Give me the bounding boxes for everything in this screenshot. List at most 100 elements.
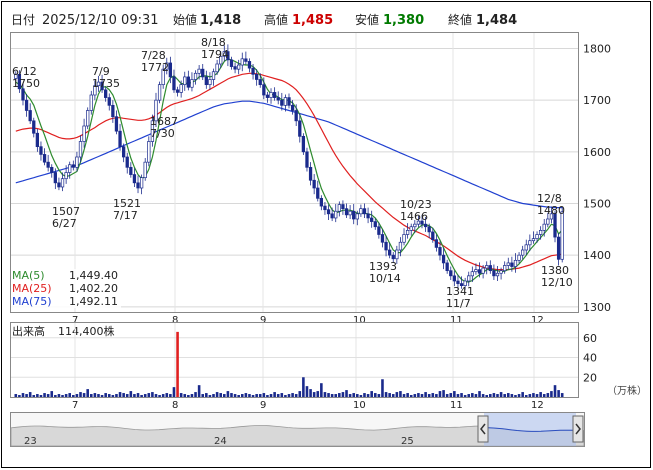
annotation-label: 1772 [141,61,169,74]
candle-body [265,94,270,98]
candle-body [75,156,79,168]
candle-body [538,230,543,235]
volume-bar [356,394,359,397]
candle-body [355,213,359,220]
volume-bar [456,394,460,397]
volume-bar [190,394,194,397]
volume-bar [125,394,129,397]
candle-body [82,125,86,142]
volume-bar [284,395,287,397]
candle-body [208,79,212,86]
volume-bar [406,393,409,397]
annotation-label: 7/17 [113,209,138,222]
candle-body [438,247,442,256]
volume-bar [54,395,57,397]
candle-body [60,178,65,188]
candle-body [546,218,550,225]
volume-bar [435,394,438,397]
candle-body [193,72,198,80]
volume-bar [553,385,557,397]
datetime-value: 2025/12/10 09:31 [42,13,159,28]
volume-bar [219,393,222,397]
candle-body [499,270,503,274]
volume-bar [370,391,373,397]
navigator-range[interactable] [484,413,576,446]
volume-tick-label: 20 [583,371,597,384]
candle-body [118,130,122,148]
candle-body [323,205,327,211]
candle-body [269,92,273,98]
volume-bar [449,393,453,397]
volume-bar [240,394,244,397]
volume-bar [82,393,86,397]
volume-bar [492,393,496,397]
volume-bar [280,393,284,397]
candle-body [28,110,32,122]
volume-bar [474,394,478,397]
volume-bar [381,379,384,397]
volume-bar [97,394,100,397]
candle-body [513,259,518,267]
candle-body [362,208,367,215]
candle-body [542,223,546,231]
volume-bar [21,393,25,397]
volume-bar [50,391,54,397]
volume-bar [140,395,143,397]
candle-body [229,59,234,67]
candle-body [517,254,521,261]
volume-bar [503,394,506,397]
volume-x-tick-label: 7 [72,400,78,411]
volume-x-tick-label: 12 [531,400,544,411]
candle-body [215,63,219,73]
navigator-right-handle[interactable] [572,415,584,443]
volume-bar [409,395,413,397]
volume-bar [161,394,165,397]
candle-body [298,120,302,137]
volume-bar [460,393,463,397]
volume-x-tick-label: 8 [172,400,178,411]
volume-bar [528,394,532,397]
candle-body [24,99,29,111]
volume-bar [287,394,291,397]
volume-bar [334,394,338,397]
candle-body [121,146,126,158]
candle [157,81,162,104]
y-tick-label: 1800 [583,43,611,56]
annotation-label: 12/10 [541,276,573,289]
volume-bar [25,394,28,397]
candle-body [553,213,557,238]
annotation-label: 1466 [400,210,428,223]
legend-name: MA(5) [12,269,45,282]
candle-body [449,270,453,277]
candle-body [344,208,349,216]
navigator-left-handle[interactable] [477,415,489,443]
volume-bar [14,394,18,397]
candle-body [107,97,111,106]
candle-body [237,64,241,70]
volume-bar [197,385,201,397]
candle-body [370,217,374,222]
volume-value: 114,400株 [58,324,115,338]
volume-bar [183,394,187,397]
volume-bar [338,393,341,397]
volume-bar [165,393,169,397]
candle-body [240,58,244,66]
candle-body [531,238,536,242]
volume-bar [143,394,147,397]
volume-bar [510,394,514,397]
candle-body [301,135,306,153]
y-tick-label: 1500 [583,198,611,211]
y-tick-label: 1300 [583,301,611,314]
volume-bar [330,394,334,397]
candle-body [32,120,36,134]
candle-body [57,182,61,188]
open-label: 始値 [173,12,197,27]
volume-bar [39,395,43,397]
high-value: 1,485 [292,13,333,28]
volume-bar [341,392,345,397]
volume-bar [467,394,471,397]
candle-body [68,164,72,173]
volume-bar [542,394,546,397]
candle-body [46,161,50,168]
candle-body [147,141,151,163]
